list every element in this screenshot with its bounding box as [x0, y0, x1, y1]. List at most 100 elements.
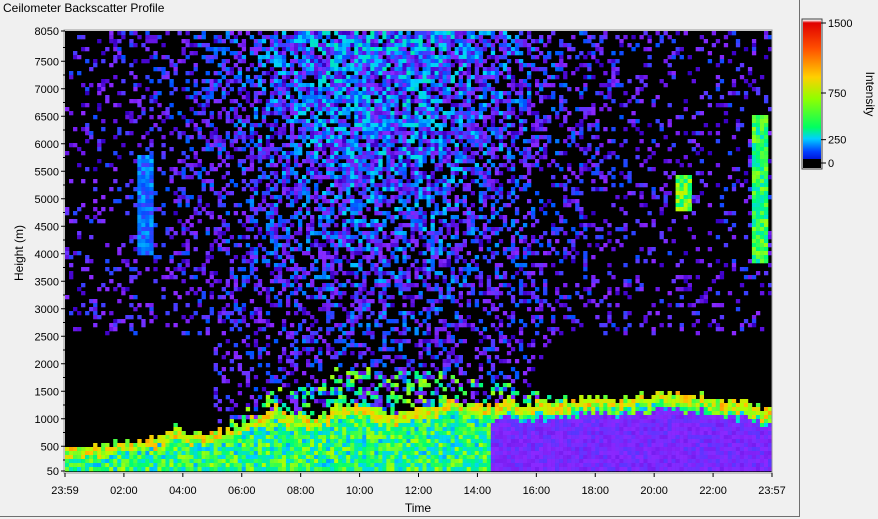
heatmap-cell [418, 215, 423, 220]
heatmap-cell [306, 119, 311, 124]
heatmap-cell [217, 227, 222, 232]
heatmap-cell [354, 91, 359, 96]
heatmap-cell [205, 279, 210, 284]
heatmap-cell [310, 231, 315, 236]
heatmap-cell [213, 51, 218, 56]
heatmap-cell [145, 219, 150, 224]
heatmap-cell [434, 123, 439, 128]
heatmap-cell [249, 247, 255, 252]
heatmap-cell [281, 263, 287, 268]
heatmap-cell [185, 55, 190, 60]
heatmap-cell [221, 51, 226, 56]
heatmap-cell [273, 151, 279, 156]
heatmap-cell [398, 83, 403, 88]
heatmap-cell [422, 447, 427, 452]
heatmap-cell [414, 115, 419, 120]
heatmap-cell [149, 219, 154, 224]
heatmap-cell [378, 419, 383, 424]
heatmap-cell [330, 295, 335, 300]
heatmap-cell [330, 203, 335, 208]
heatmap-cell [358, 299, 363, 304]
heatmap-cell [197, 43, 202, 48]
heatmap-cell [330, 455, 335, 460]
heatmap-cell [141, 443, 146, 448]
heatmap-cell [310, 335, 315, 340]
heatmap-cell [221, 143, 226, 148]
heatmap-cell [342, 123, 347, 128]
heatmap-cell [289, 35, 295, 40]
heatmap-cell [358, 67, 363, 72]
heatmap-cell [193, 207, 198, 212]
heatmap-cell [145, 167, 150, 172]
heatmap-cell [354, 47, 359, 52]
heatmap-cell [297, 143, 303, 148]
heatmap-cell [81, 47, 86, 52]
heatmap-cell [217, 155, 222, 160]
heatmap-cell [326, 223, 331, 228]
heatmap-cell [378, 243, 383, 248]
heatmap-cell [382, 147, 387, 152]
heatmap-cell [205, 119, 210, 124]
heatmap-cell [362, 439, 367, 444]
heatmap-cell [406, 79, 411, 84]
heatmap-cell [390, 71, 395, 76]
heatmap-cell [121, 79, 126, 84]
heatmap-cell [378, 271, 383, 276]
heatmap-cell [161, 43, 166, 48]
heatmap-cell [378, 299, 383, 304]
heatmap-cell [338, 431, 343, 436]
heatmap-cell [97, 211, 102, 216]
heatmap-cell [386, 463, 391, 468]
heatmap-cell [129, 315, 134, 320]
heatmap-cell [65, 255, 70, 260]
heatmap-cell [314, 175, 319, 180]
heatmap-cell [109, 31, 114, 36]
heatmap-cell [322, 459, 327, 464]
heatmap-cell [334, 167, 339, 172]
heatmap-cell [265, 71, 271, 76]
heatmap-cell [285, 195, 291, 200]
heatmap-cell [217, 99, 222, 104]
heatmap-cell [85, 455, 90, 460]
heatmap-cell [181, 439, 186, 444]
heatmap-cell [221, 239, 226, 244]
heatmap-cell [402, 71, 407, 76]
heatmap-cell [145, 455, 150, 460]
heatmap-cell [277, 147, 283, 152]
heatmap-cell [277, 223, 283, 228]
heatmap-cell [217, 399, 222, 404]
heatmap-cell [177, 159, 182, 164]
heatmap-cell [217, 83, 222, 88]
heatmap-cell [354, 399, 359, 404]
heatmap-cell [89, 259, 94, 264]
heatmap-cell [338, 131, 343, 136]
heatmap-cell [109, 63, 114, 68]
heatmap-cell [237, 71, 243, 76]
heatmap-cell [322, 135, 327, 140]
heatmap-cell [302, 131, 307, 136]
heatmap-cell [434, 335, 439, 340]
heatmap-cell [382, 67, 387, 72]
heatmap-cell [438, 419, 443, 424]
heatmap-cell [354, 127, 359, 132]
heatmap-cell [225, 443, 230, 448]
heatmap-cell [125, 195, 130, 200]
heatmap-cell [281, 59, 287, 64]
heatmap-cell [302, 419, 307, 424]
heatmap-cell [257, 311, 263, 316]
heatmap-cell [342, 127, 347, 132]
heatmap-cell [213, 87, 218, 92]
heatmap-cell [330, 255, 335, 260]
heatmap-cell [350, 435, 355, 440]
heatmap-cell [322, 283, 327, 288]
heatmap-cell [326, 67, 331, 72]
heatmap-cell [225, 459, 230, 464]
heatmap-cell [334, 119, 339, 124]
heatmap-cell [69, 467, 74, 472]
heatmap-cell [334, 459, 339, 464]
heatmap-cell [418, 407, 423, 412]
heatmap-cell [314, 123, 319, 128]
heatmap-cell [149, 467, 154, 472]
heatmap-cell [273, 55, 279, 60]
heatmap-cell [410, 155, 415, 160]
